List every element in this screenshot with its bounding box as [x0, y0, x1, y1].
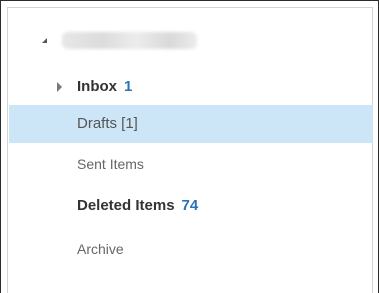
folder-label-deleted-items: Deleted Items 74 [77, 197, 199, 214]
folder-label-sent-items: Sent Items [77, 156, 144, 172]
folder-item-inbox[interactable]: Inbox 1 [9, 70, 373, 104]
folder-label-drafts: Drafts [1] [77, 115, 138, 132]
folder-item-archive[interactable]: Archive [9, 232, 373, 266]
folder-label-inbox: Inbox 1 [77, 78, 133, 95]
folder-item-deleted-items[interactable]: Deleted Items 74 [9, 189, 373, 223]
collapsed-arrow-icon[interactable] [57, 82, 62, 92]
window-frame: Inbox 1 Drafts [1] Sent Items Deleted Ite… [0, 0, 379, 293]
folder-item-drafts[interactable]: Drafts [1] [9, 105, 373, 143]
folder-pane: Inbox 1 Drafts [1] Sent Items Deleted Ite… [7, 7, 373, 293]
folder-label-archive: Archive [77, 241, 124, 257]
expanded-caret-icon[interactable] [42, 38, 47, 43]
unread-count-inbox: 1 [124, 78, 133, 95]
account-header[interactable] [9, 26, 373, 56]
unread-count-deleted-items: 74 [181, 197, 199, 214]
folder-item-sent-items[interactable]: Sent Items [9, 147, 373, 181]
account-name-redacted [62, 32, 197, 49]
